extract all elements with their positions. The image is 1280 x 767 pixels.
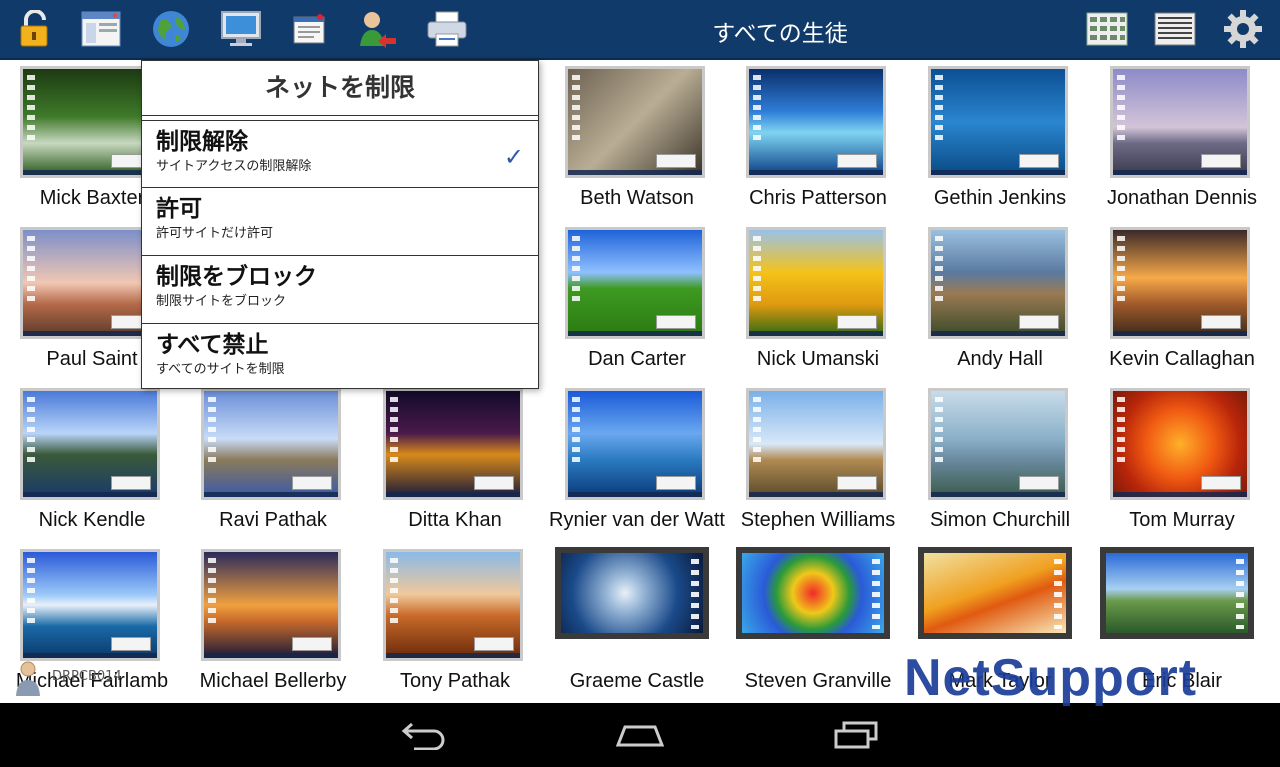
student-tile[interactable]: Chris Patterson [728, 62, 908, 222]
menu-item-label: 制限をブロック [156, 264, 317, 290]
screen-thumbnail[interactable] [565, 66, 705, 178]
student-tile[interactable]: Tony Pathak [365, 545, 545, 705]
menu-item-unrestricted[interactable]: 制限解除 サイトアクセスの制限解除 ✓ [142, 120, 538, 188]
student-name: Ravi Pathak [219, 509, 327, 531]
back-icon[interactable] [394, 717, 454, 753]
student-name: Dan Carter [588, 348, 686, 370]
student-name: Simon Churchill [929, 509, 1071, 531]
menu-item-desc: 制限サイトをブロック [156, 294, 287, 309]
message-icon[interactable] [288, 8, 330, 50]
student-name: Graeme Castle [569, 670, 705, 692]
window-icon[interactable] [80, 8, 122, 50]
student-tile[interactable]: Gethin Jenkins [910, 62, 1090, 222]
student-tile[interactable]: Kevin Callaghan [1092, 223, 1272, 383]
student-name: Chris Patterson [749, 187, 887, 209]
screen-thumbnail[interactable] [20, 388, 160, 500]
student-tile[interactable]: Simon Churchill [910, 384, 1090, 544]
menu-item-block-all[interactable]: すべて禁止 すべてのサイトを制限 [142, 324, 538, 392]
screen-thumbnail[interactable] [746, 227, 886, 339]
screen-thumbnail[interactable] [928, 388, 1068, 500]
screen-thumbnail[interactable] [565, 388, 705, 500]
menu-item-allow[interactable]: 許可 許可サイトだけ許可 [142, 188, 538, 256]
screen-thumbnail[interactable] [20, 549, 160, 661]
screen-thumbnail[interactable] [20, 227, 160, 339]
lock-icon[interactable] [14, 8, 56, 50]
menu-item-desc: サイトアクセスの制限解除 [156, 159, 312, 174]
student-name: Gethin Jenkins [933, 187, 1067, 209]
student-name: Steven Granville [744, 670, 892, 692]
monitor-icon[interactable] [220, 8, 262, 50]
grid-large-icon[interactable] [1084, 8, 1130, 50]
student-tile[interactable]: Steven Granville [728, 545, 908, 705]
top-toolbar: すべての生徒 [0, 0, 1280, 60]
screen-thumbnail[interactable] [736, 547, 890, 639]
menu-title: ネットを制限 [142, 61, 538, 116]
student-name: Jonathan Dennis [1106, 187, 1258, 209]
printer-icon[interactable] [426, 8, 468, 50]
screen-thumbnail[interactable] [201, 549, 341, 661]
menu-item-desc: 許可サイトだけ許可 [156, 226, 274, 241]
student-tile[interactable]: Andy Hall [910, 223, 1090, 383]
student-tile[interactable]: Jonathan Dennis [1092, 62, 1272, 222]
student-tile[interactable]: Ditta Khan [365, 384, 545, 544]
user-avatar-icon [14, 660, 42, 696]
student-tile[interactable]: Ravi Pathak [183, 384, 363, 544]
recent-apps-icon[interactable] [826, 717, 886, 753]
student-tile[interactable]: Stephen Williams [728, 384, 908, 544]
android-nav-bar [0, 703, 1280, 767]
student-name: Michael Bellerby [199, 670, 347, 692]
student-name: Tony Pathak [399, 670, 511, 692]
screen-thumbnail[interactable] [1110, 388, 1250, 500]
student-name: Ditta Khan [408, 509, 502, 531]
screen-thumbnail[interactable] [746, 388, 886, 500]
netsupport-logo: NetSupport [904, 649, 1198, 707]
student-name: Rynier van der Watt [549, 509, 725, 531]
student-tile[interactable]: Nick Kendle [2, 384, 182, 544]
screen-thumbnail[interactable] [928, 66, 1068, 178]
menu-item-label: 制限解除 [156, 129, 248, 155]
checkmark-icon: ✓ [503, 143, 524, 171]
screen-thumbnail[interactable] [928, 227, 1068, 339]
student-tile[interactable]: Tom Murray [1092, 384, 1272, 544]
screen-thumbnail[interactable] [1110, 227, 1250, 339]
screen-thumbnail[interactable] [1100, 547, 1254, 639]
student-tile[interactable]: Rynier van der Watt [547, 384, 727, 544]
menu-item-label: 許可 [156, 196, 202, 222]
gear-icon[interactable] [1222, 8, 1264, 50]
student-name: Kevin Callaghan [1109, 348, 1255, 370]
screen-thumbnail[interactable] [1110, 66, 1250, 178]
menu-item-desc: すべてのサイトを制限 [156, 362, 285, 377]
home-icon[interactable] [610, 717, 670, 753]
screen-thumbnail[interactable] [746, 66, 886, 178]
student-tile[interactable]: Graeme Castle [547, 545, 727, 705]
internet-restriction-menu: ネットを制限 制限解除 サイトアクセスの制限解除 ✓ 許可 許可サイトだけ許可 … [141, 60, 539, 389]
screen-thumbnail[interactable] [555, 547, 709, 639]
computer-id-label: DRPCB014 [52, 669, 122, 684]
menu-item-block-restricted[interactable]: 制限をブロック 制限サイトをブロック [142, 256, 538, 324]
screen-thumbnail[interactable] [383, 388, 523, 500]
student-name: Nick Kendle [38, 509, 146, 531]
student-name: Stephen Williams [740, 509, 896, 531]
student-tile[interactable]: Beth Watson [547, 62, 727, 222]
screen-thumbnail[interactable] [918, 547, 1072, 639]
student-tile[interactable]: Dan Carter [547, 223, 727, 383]
student-name: Beth Watson [580, 187, 694, 209]
grid-small-icon[interactable] [1152, 8, 1198, 50]
student-name: Tom Murray [1129, 509, 1235, 531]
screen-thumbnail[interactable] [565, 227, 705, 339]
student-name: Andy Hall [957, 348, 1043, 370]
screen-thumbnail[interactable] [20, 66, 160, 178]
student-name: Nick Umanski [756, 348, 880, 370]
screen-thumbnail[interactable] [383, 549, 523, 661]
globe-icon[interactable] [150, 8, 192, 50]
user-transfer-icon[interactable] [356, 8, 398, 50]
screen-thumbnail[interactable] [201, 388, 341, 500]
student-tile[interactable]: Nick Umanski [728, 223, 908, 383]
menu-item-label: すべて禁止 [156, 332, 269, 358]
page-title: すべての生徒 [712, 21, 848, 47]
student-tile[interactable]: Michael Bellerby [183, 545, 363, 705]
